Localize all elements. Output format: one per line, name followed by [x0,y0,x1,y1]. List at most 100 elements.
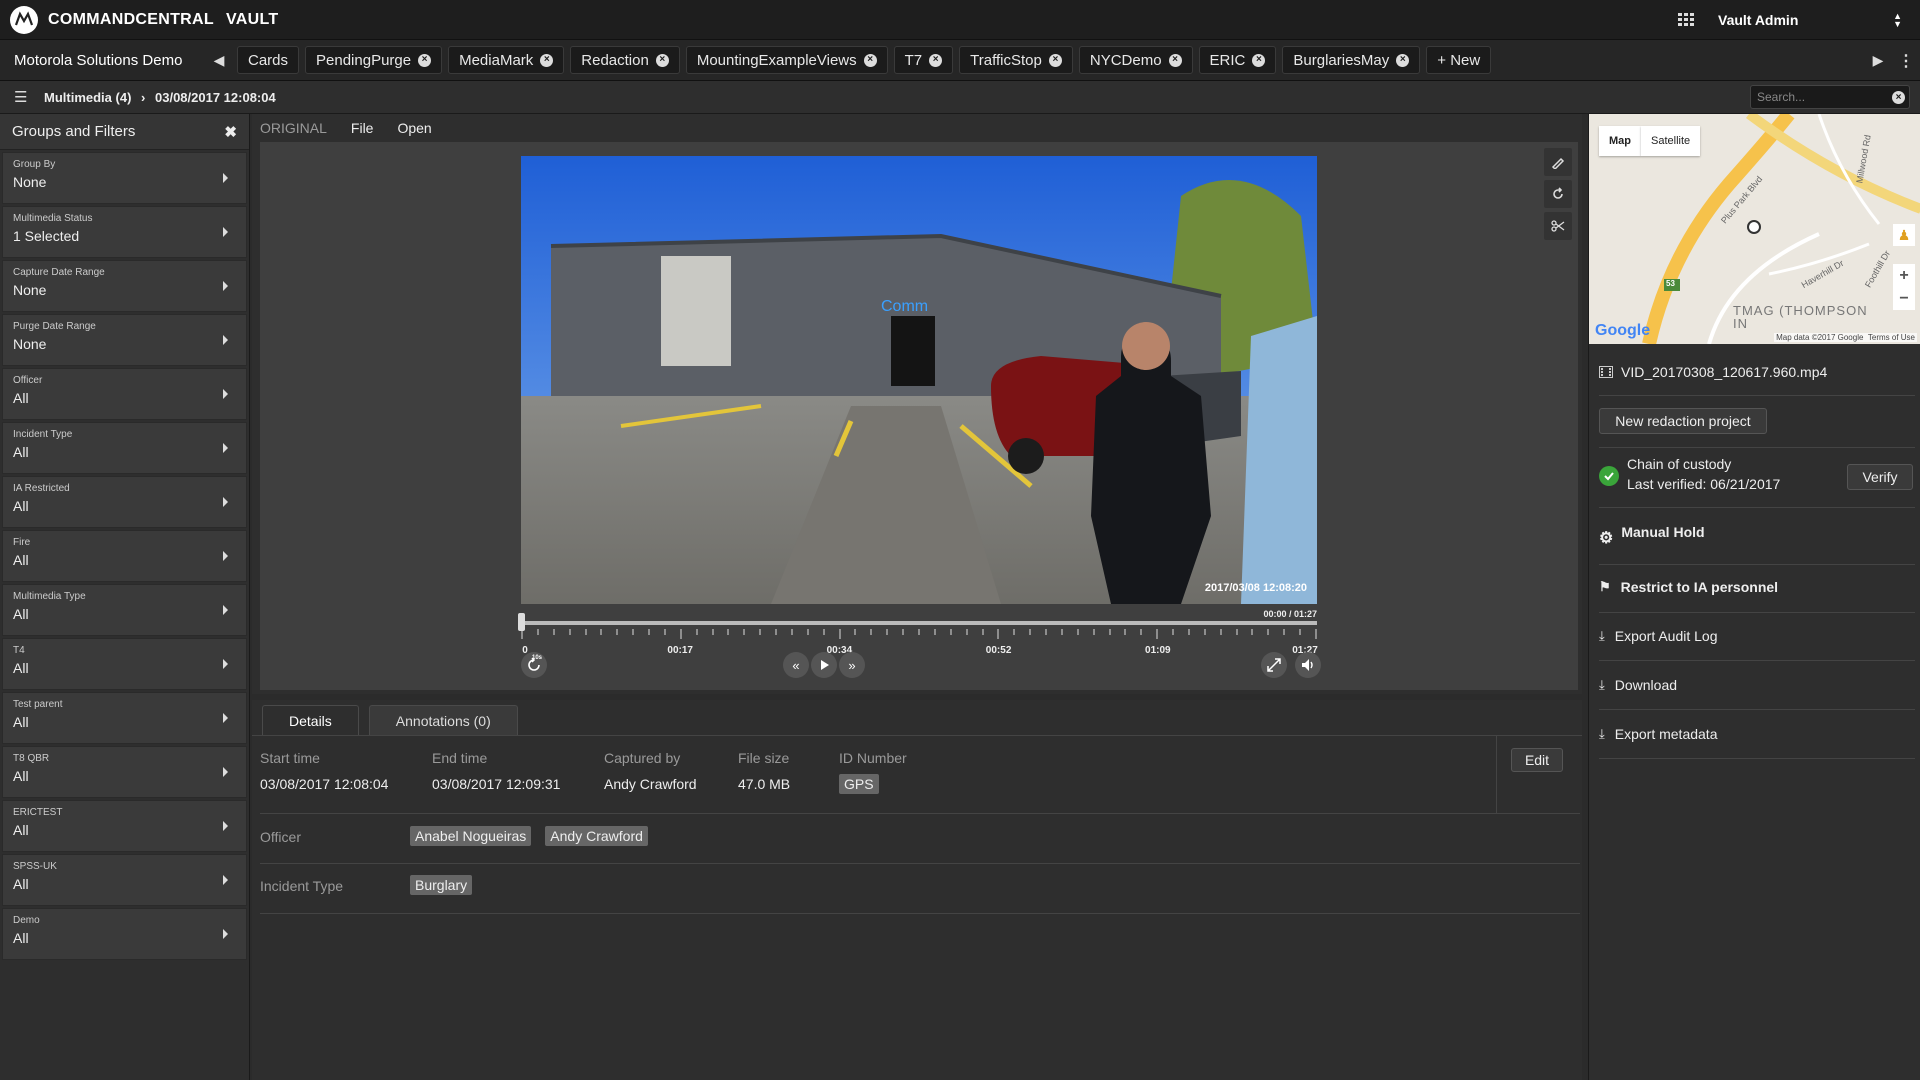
officer-chip: Anabel Nogueiras [410,826,532,846]
tab-new[interactable]: + New [1426,46,1492,74]
filter-label: Multimedia Type [13,591,86,602]
close-tab-icon[interactable]: × [540,53,554,67]
close-tab-icon[interactable]: × [1396,53,1410,67]
file-menu[interactable]: File [351,120,374,136]
chevron-right-icon [223,551,228,561]
tab-burglariesmay[interactable]: BurglariesMay × [1282,46,1421,74]
field-id-number: ID Number GPS [839,750,907,794]
breadcrumb-current: 03/08/2017 12:08:04 [155,89,276,105]
download-action[interactable]: ⤓ Download [1599,677,1677,693]
close-sidebar-icon[interactable]: ✖ [224,123,237,141]
export-metadata-action[interactable]: ⤓ Export metadata [1599,726,1717,742]
app-brand: COMMANDCENTRAL VAULT [48,11,278,29]
location-map[interactable]: 53 Plus Park Blvd Haverhill Dr Millwood … [1589,114,1920,344]
volume-icon[interactable] [1295,652,1321,678]
filter-group-by[interactable]: Group By None [2,152,247,204]
breadcrumb: Multimedia (4) › 03/08/2017 12:08:04 [44,90,276,105]
apps-grid-icon[interactable] [1672,6,1700,34]
filter-officer[interactable]: Officer All [2,368,247,420]
filter-multimedia-type[interactable]: Multimedia Type All [2,584,247,636]
tab-mountingexampleviews[interactable]: MountingExampleViews × [685,46,888,74]
rotate-icon[interactable] [1544,180,1572,208]
more-menu-icon[interactable]: ⋮ [1892,40,1920,81]
filter-demo[interactable]: Demo All [2,908,247,960]
skip-back-10s-icon[interactable]: 10s [521,652,547,678]
video-frame[interactable]: Comm 2017/03/08 12:08:20 [521,156,1317,604]
filter-spss-uk[interactable]: SPSS-UK All [2,854,247,906]
tab-annotations[interactable]: Annotations (0) [368,705,518,735]
annotate-pen-icon[interactable] [1544,148,1572,176]
scroll-tabs-left-icon[interactable]: ◀ [205,40,233,81]
id-number-chip: GPS [839,774,879,794]
terms-link[interactable]: Terms of Use [1868,333,1915,342]
fullscreen-icon[interactable] [1261,652,1287,678]
filter-capture-date-range[interactable]: Capture Date Range None [2,260,247,312]
filter-label: T8 QBR [13,753,50,764]
player-menu: ORIGINAL File Open [252,114,1582,142]
timeline-track[interactable] [521,621,1317,625]
film-icon [1599,366,1613,378]
tab-t7[interactable]: T7 × [893,46,954,74]
close-tab-icon[interactable]: × [1048,53,1062,67]
rewind-icon[interactable]: « [783,652,809,678]
filter-incident-type[interactable]: Incident Type All [2,422,247,474]
open-menu[interactable]: Open [397,120,431,136]
tab-details[interactable]: Details [262,705,359,735]
filter-value: None [13,282,47,298]
tab-nycdemo[interactable]: NYCDemo × [1078,46,1193,74]
export-audit-log-action[interactable]: ⤓ Export Audit Log [1599,628,1718,644]
hamburger-menu-icon[interactable]: ☰ [14,88,34,106]
verify-button[interactable]: Verify [1847,464,1913,490]
close-tab-icon[interactable]: × [929,53,943,67]
field-value: Andy Crawford [604,776,697,792]
play-icon[interactable] [811,652,837,678]
filter-label: SPSS-UK [13,861,57,872]
scroll-tabs-right-icon[interactable]: ▶ [1864,40,1892,81]
chevron-right-icon [223,281,228,291]
tab-eric[interactable]: ERIC × [1198,46,1277,74]
user-select[interactable]: Vault Admin ▲ ▼ [1710,6,1910,34]
filter-label: Group By [13,159,56,170]
close-tab-icon[interactable]: × [863,53,877,67]
scissors-icon[interactable] [1544,212,1572,240]
filter-ia-restricted[interactable]: IA Restricted All [2,476,247,528]
tab-pendingpurge[interactable]: PendingPurge × [305,46,443,74]
filter-fire[interactable]: Fire All [2,530,247,582]
field-label: Captured by [604,750,681,766]
filter-t4[interactable]: T4 All [2,638,247,690]
filter-t8-qbr[interactable]: T8 QBR All [2,746,247,798]
filter-purge-date-range[interactable]: Purge Date Range None [2,314,247,366]
skip-back-label: 10s [532,655,543,661]
filter-multimedia-status[interactable]: Multimedia Status 1 Selected [2,206,247,258]
breadcrumb-parent[interactable]: Multimedia (4) [44,90,131,105]
tab-redaction[interactable]: Redaction × [570,46,680,74]
filter-value: All [13,498,29,514]
zoom-out-icon[interactable]: − [1899,290,1908,308]
search-input[interactable]: Search... × [1750,85,1910,109]
tab-trafficstop[interactable]: TrafficStop × [959,46,1073,74]
close-tab-icon[interactable]: × [1252,53,1266,67]
tab-mediamark[interactable]: MediaMark × [448,46,565,74]
chevron-right-icon [223,713,228,723]
street-view-pegman-icon[interactable]: ♟ [1893,224,1915,246]
restrict-ia-toggle[interactable]: ⚑ Restrict to IA personnel [1599,579,1778,595]
filter-label: Fire [13,537,31,548]
breadcrumb-separator-icon: › [141,89,146,105]
map-type-satellite-button[interactable]: Satellite [1641,126,1701,156]
tab-label: MediaMark [459,51,534,69]
edit-button[interactable]: Edit [1511,748,1563,772]
download-icon: ⤓ [1599,628,1605,643]
filter-test-parent[interactable]: Test parent All [2,692,247,744]
clear-search-icon[interactable]: × [1892,91,1905,104]
map-type-map-button[interactable]: Map [1599,126,1641,156]
filter-value: All [13,714,29,730]
tab-cards[interactable]: Cards [237,46,300,74]
zoom-in-icon[interactable]: + [1899,267,1908,285]
close-tab-icon[interactable]: × [1168,53,1182,67]
close-tab-icon[interactable]: × [655,53,669,67]
manual-hold-toggle[interactable]: ⚙ Manual Hold [1599,522,1705,547]
new-redaction-project-button[interactable]: New redaction project [1599,408,1767,434]
close-tab-icon[interactable]: × [418,53,432,67]
fast-forward-icon[interactable]: » [839,652,865,678]
filter-erictest[interactable]: ERICTEST All [2,800,247,852]
